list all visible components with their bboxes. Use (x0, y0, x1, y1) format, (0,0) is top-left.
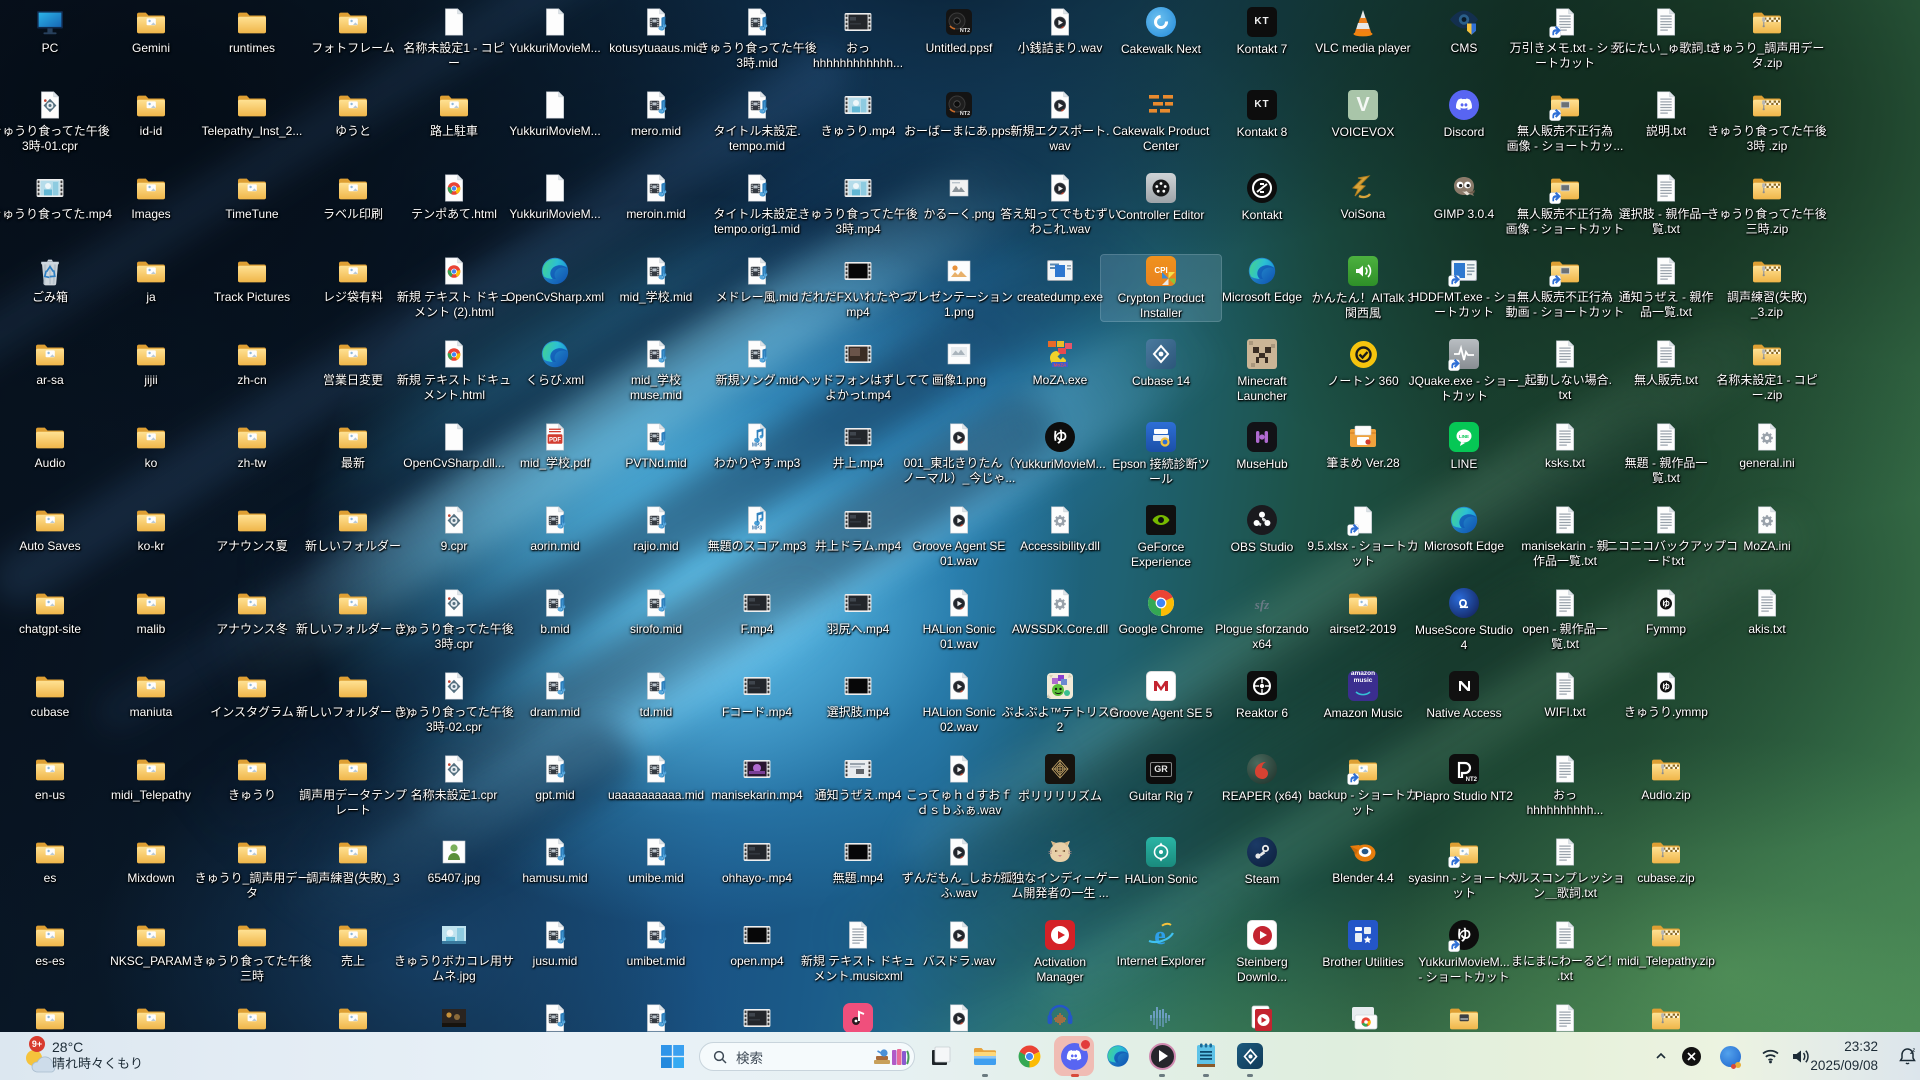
svg-text:MoZA: MoZA (1054, 362, 1067, 367)
svg-text:LINE: LINE (1459, 434, 1469, 439)
svg-text:sfz: sfz (1254, 597, 1270, 612)
svg-text:z: z (1912, 1047, 1915, 1053)
